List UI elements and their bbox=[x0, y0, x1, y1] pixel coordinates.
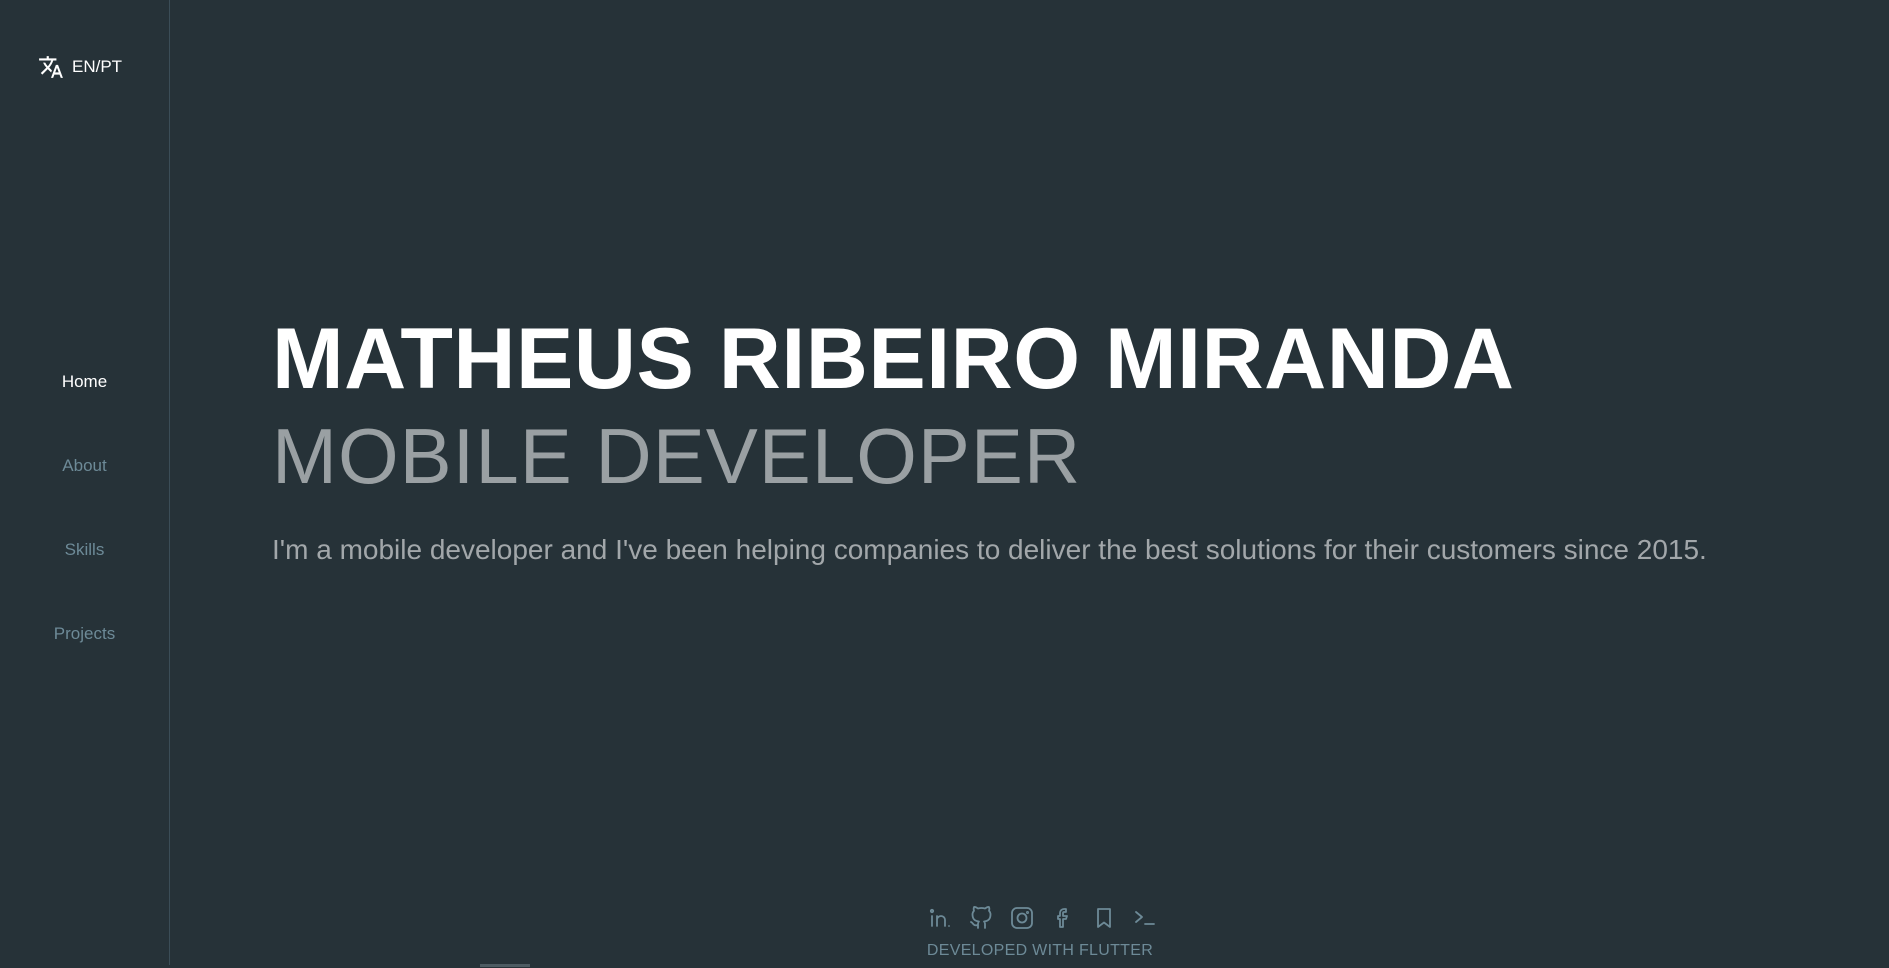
hero-name: MATHEUS RIBEIRO MIRANDA bbox=[272, 311, 1515, 407]
sidebar: EN/PT Home About Skills Projects bbox=[0, 0, 170, 965]
bookmark-icon[interactable] bbox=[1090, 904, 1117, 931]
scroll-indicator bbox=[480, 964, 530, 967]
hero-description: I'm a mobile developer and I've been hel… bbox=[272, 534, 1707, 565]
footer-credit: DEVELOPED WITH FLUTTER bbox=[926, 942, 1154, 959]
hero-section: MATHEUS RIBEIRO MIRANDA MOBILE DEVELOPER… bbox=[272, 310, 1832, 568]
hero-role: MOBILE DEVELOPER bbox=[272, 412, 1082, 500]
nav-item-home[interactable]: Home bbox=[0, 372, 169, 392]
social-links bbox=[926, 904, 1158, 931]
terminal-icon[interactable] bbox=[1131, 904, 1158, 931]
portfolio-page: EN/PT Home About Skills Projects MATHEUS… bbox=[0, 0, 1889, 968]
nav-item-skills[interactable]: Skills bbox=[0, 540, 169, 560]
nav-item-about[interactable]: About bbox=[0, 456, 169, 476]
instagram-icon[interactable] bbox=[1008, 904, 1035, 931]
nav-item-projects[interactable]: Projects bbox=[0, 624, 169, 644]
language-toggle[interactable]: EN/PT bbox=[38, 54, 122, 80]
linkedin-icon[interactable] bbox=[926, 904, 953, 931]
facebook-icon[interactable] bbox=[1049, 904, 1076, 931]
language-label: EN/PT bbox=[72, 57, 123, 76]
github-icon[interactable] bbox=[967, 904, 994, 931]
translate-icon bbox=[38, 54, 64, 80]
